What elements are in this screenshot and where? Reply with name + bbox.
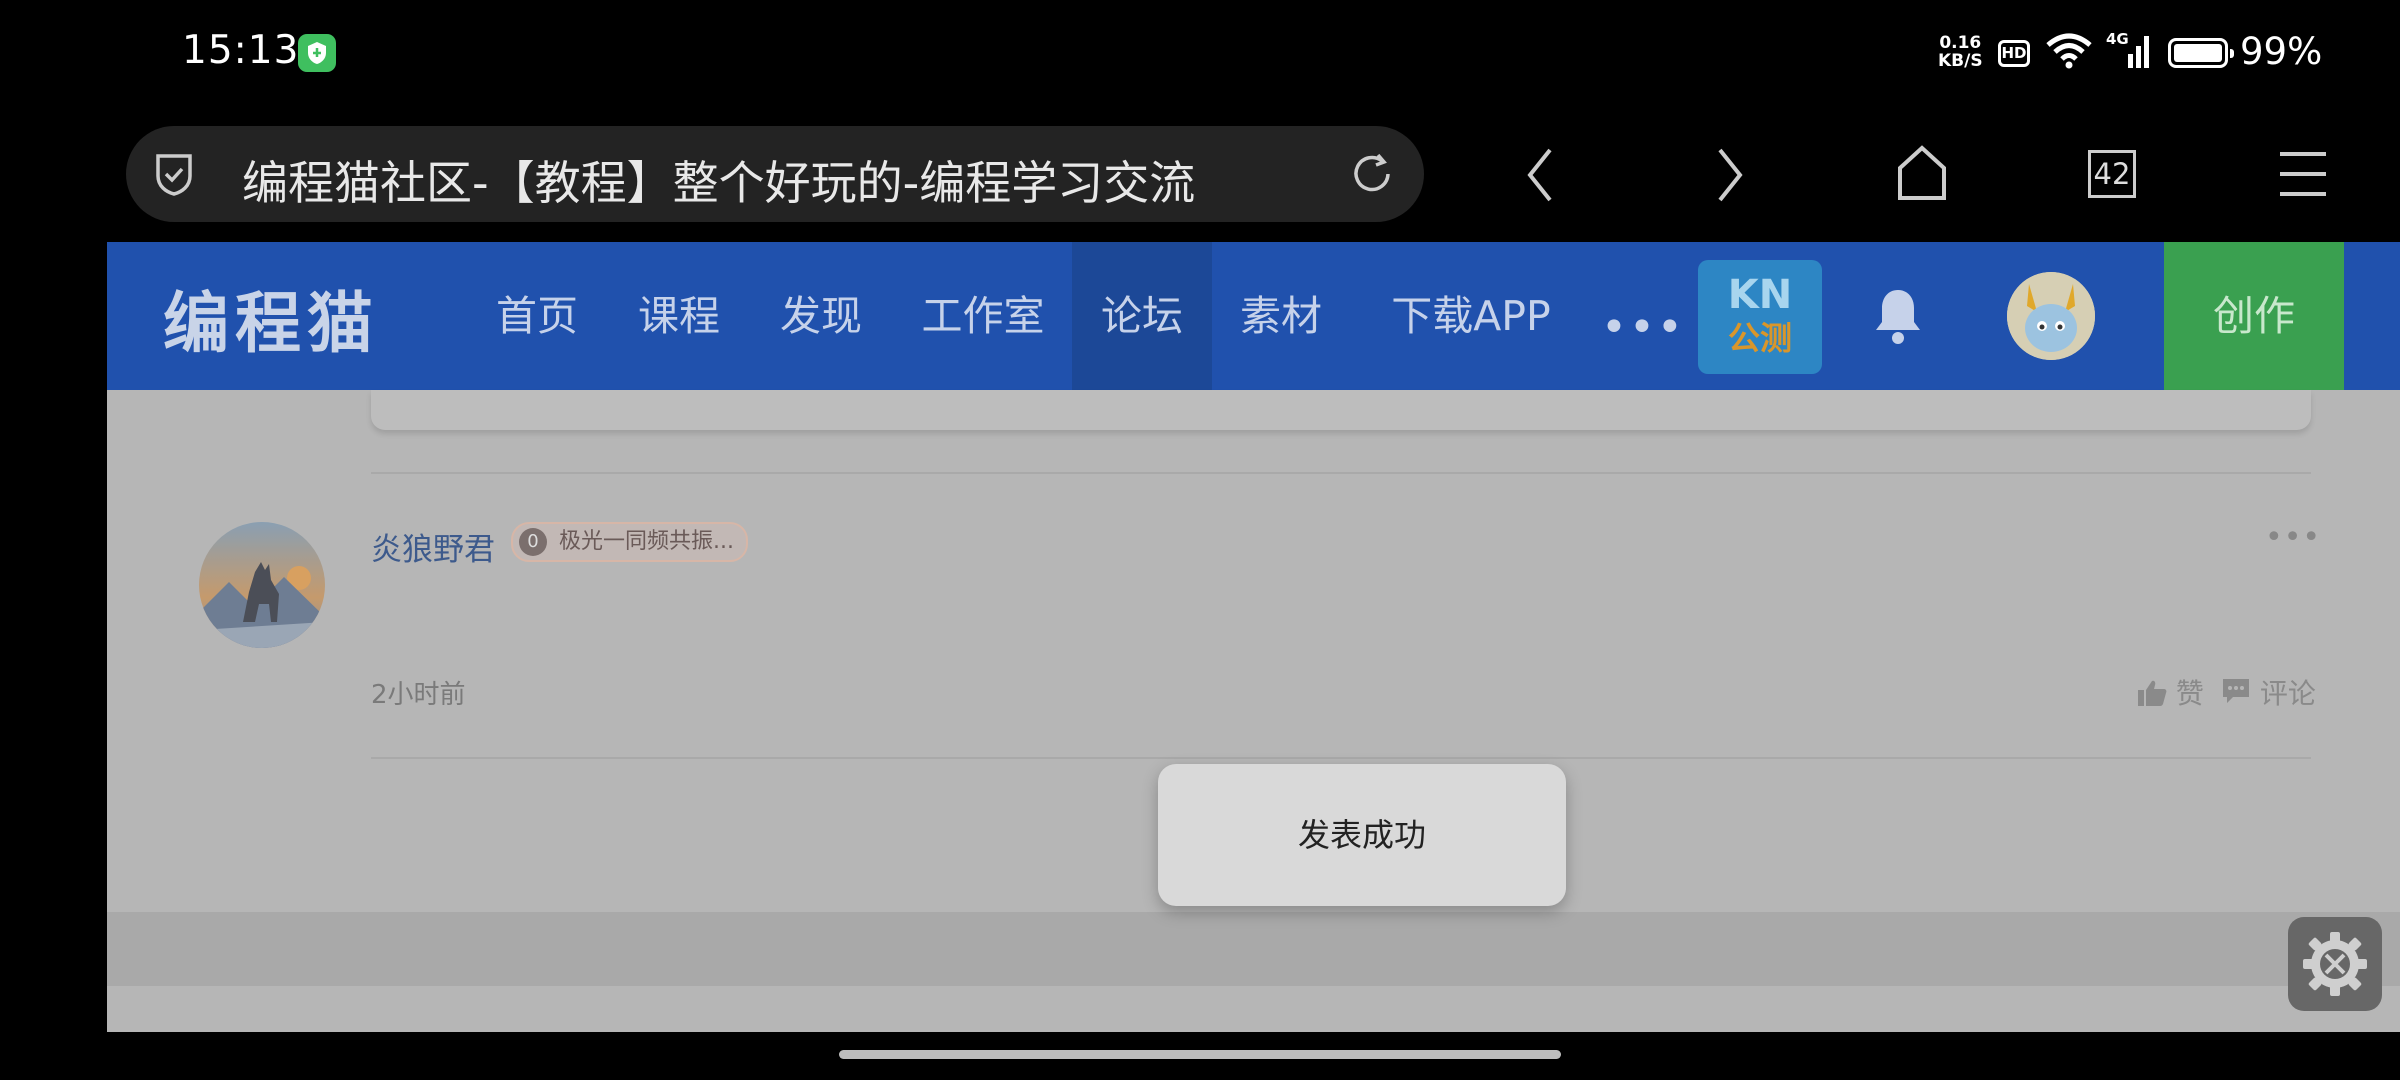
thumbs-up-icon [2138, 680, 2167, 706]
header-tail [2344, 242, 2400, 390]
tabs-button[interactable]: 42 [2088, 150, 2136, 198]
divider [371, 757, 2311, 759]
nav-materials[interactable]: 素材 [1221, 242, 1341, 390]
bell-icon[interactable] [1870, 286, 1926, 350]
nav-studio[interactable]: 工作室 [903, 242, 1063, 390]
commenter-avatar[interactable] [199, 522, 325, 648]
nav-forum[interactable]: 论坛 [1072, 242, 1212, 390]
bottom-band [107, 912, 2400, 986]
site-header: 编程猫 首页 课程 发现 工作室 论坛 素材 下载APP ••• KN 公测 创… [107, 242, 2400, 390]
settings-gear-icon[interactable] [2288, 917, 2382, 1011]
back-icon[interactable] [1522, 140, 1558, 214]
nav-discover[interactable]: 发现 [761, 242, 881, 390]
like-button[interactable]: 赞 [2137, 672, 2204, 712]
kn-beta-badge[interactable]: KN 公测 [1698, 260, 1822, 374]
reload-icon[interactable] [1348, 150, 1396, 202]
net-speed: 0.16 KB/S [1938, 33, 1983, 71]
nav-home[interactable]: 首页 [477, 242, 597, 390]
web-viewport: 编程猫 首页 课程 发现 工作室 论坛 素材 下载APP ••• KN 公测 创… [107, 242, 2400, 1032]
toast-message: 发表成功 [1158, 764, 1566, 906]
home-icon[interactable] [1896, 144, 1948, 206]
divider [371, 472, 2311, 474]
comment-bubble-icon [2223, 679, 2249, 703]
title-badge[interactable]: 0 极光一同频共振... [511, 522, 748, 562]
forward-icon[interactable] [1712, 140, 1748, 214]
nav-courses[interactable]: 课程 [619, 242, 739, 390]
battery-percent: 99% [2240, 30, 2323, 73]
nav-more[interactable]: ••• [1601, 302, 1685, 353]
page-title[interactable]: 编程猫社区-【教程】整个好玩的-编程学习交流 [242, 147, 1195, 213]
nav-download-app[interactable]: 下载APP [1371, 242, 1571, 390]
comment-label: 评论 [2259, 677, 2316, 710]
address-bar[interactable]: 编程猫社区-【教程】整个好玩的-编程学习交流 [126, 126, 1424, 222]
like-label: 赞 [2175, 677, 2204, 710]
site-logo[interactable]: 编程猫 [163, 270, 379, 366]
clock: 15:13 [182, 28, 300, 73]
menu-icon[interactable] [2278, 150, 2328, 202]
create-button[interactable]: 创作 [2164, 242, 2344, 390]
battery-icon [2168, 38, 2234, 68]
shield-app-icon [298, 34, 336, 72]
home-indicator[interactable] [839, 1050, 1561, 1059]
signal-icon [2104, 32, 2154, 76]
wifi-icon [2046, 33, 2092, 73]
comment-button[interactable]: 评论 [2221, 672, 2316, 712]
badge-text: 极光一同频共振... [559, 529, 734, 554]
status-bar: 15:13 0.16 KB/S HD 4G 99% [0, 0, 2400, 110]
comment-more-icon[interactable]: ••• [2265, 520, 2321, 555]
commenter-name[interactable]: 炎狼野君 [371, 524, 495, 569]
badge-level: 0 [519, 528, 547, 556]
shield-check-icon[interactable] [154, 152, 194, 200]
user-avatar[interactable] [2007, 272, 2095, 360]
hd-icon: HD [1998, 40, 2030, 67]
previous-post-card [371, 390, 2311, 430]
comment-time: 2小时前 [371, 680, 466, 710]
